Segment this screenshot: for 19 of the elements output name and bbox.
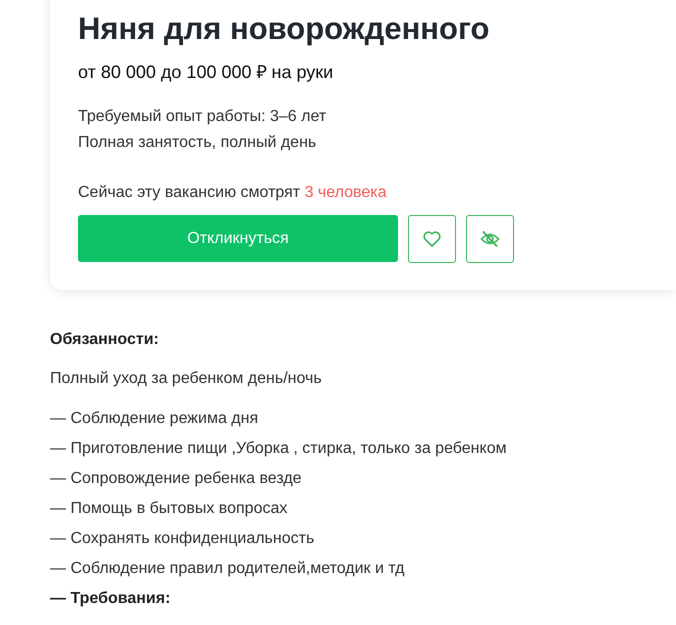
section-heading: Обязанности: — [50, 330, 160, 350]
list-item: — Помощь в бытовых вопросах — [50, 499, 288, 519]
salary-text: от 80 000 до 100 000 ₽ на руки — [78, 61, 334, 84]
description-text: Полный уход за ребенком день/ночь — [50, 369, 323, 389]
hide-button[interactable] — [466, 215, 514, 263]
vacancy-title: Няня для новорожденного — [78, 10, 490, 48]
respond-button[interactable]: Откликнуться — [78, 215, 398, 262]
eye-slash-icon — [480, 230, 500, 248]
favorite-button[interactable] — [408, 215, 456, 263]
list-item: — Требования: — [50, 589, 172, 609]
list-item: — Сохранять конфиденциальность — [50, 529, 316, 549]
heart-icon — [423, 231, 441, 247]
list-item: — Соблюдение режима дня — [50, 409, 260, 429]
list-item: — Сопровождение ребенка везде — [50, 469, 303, 489]
list-item: — Соблюдение правил родителей,методик и тд — [50, 559, 406, 579]
viewers-text: Сейчас эту вакансию смотрят 3 человека — [78, 183, 388, 203]
list-item: — Приготовление пищи ,Уборка , стирка, только за ребенком — [50, 439, 508, 459]
vacancy-detail: Полная занятость, полный день — [78, 133, 318, 153]
vacancy-detail: Требуемый опыт работы: 3–6 лет — [78, 107, 328, 127]
